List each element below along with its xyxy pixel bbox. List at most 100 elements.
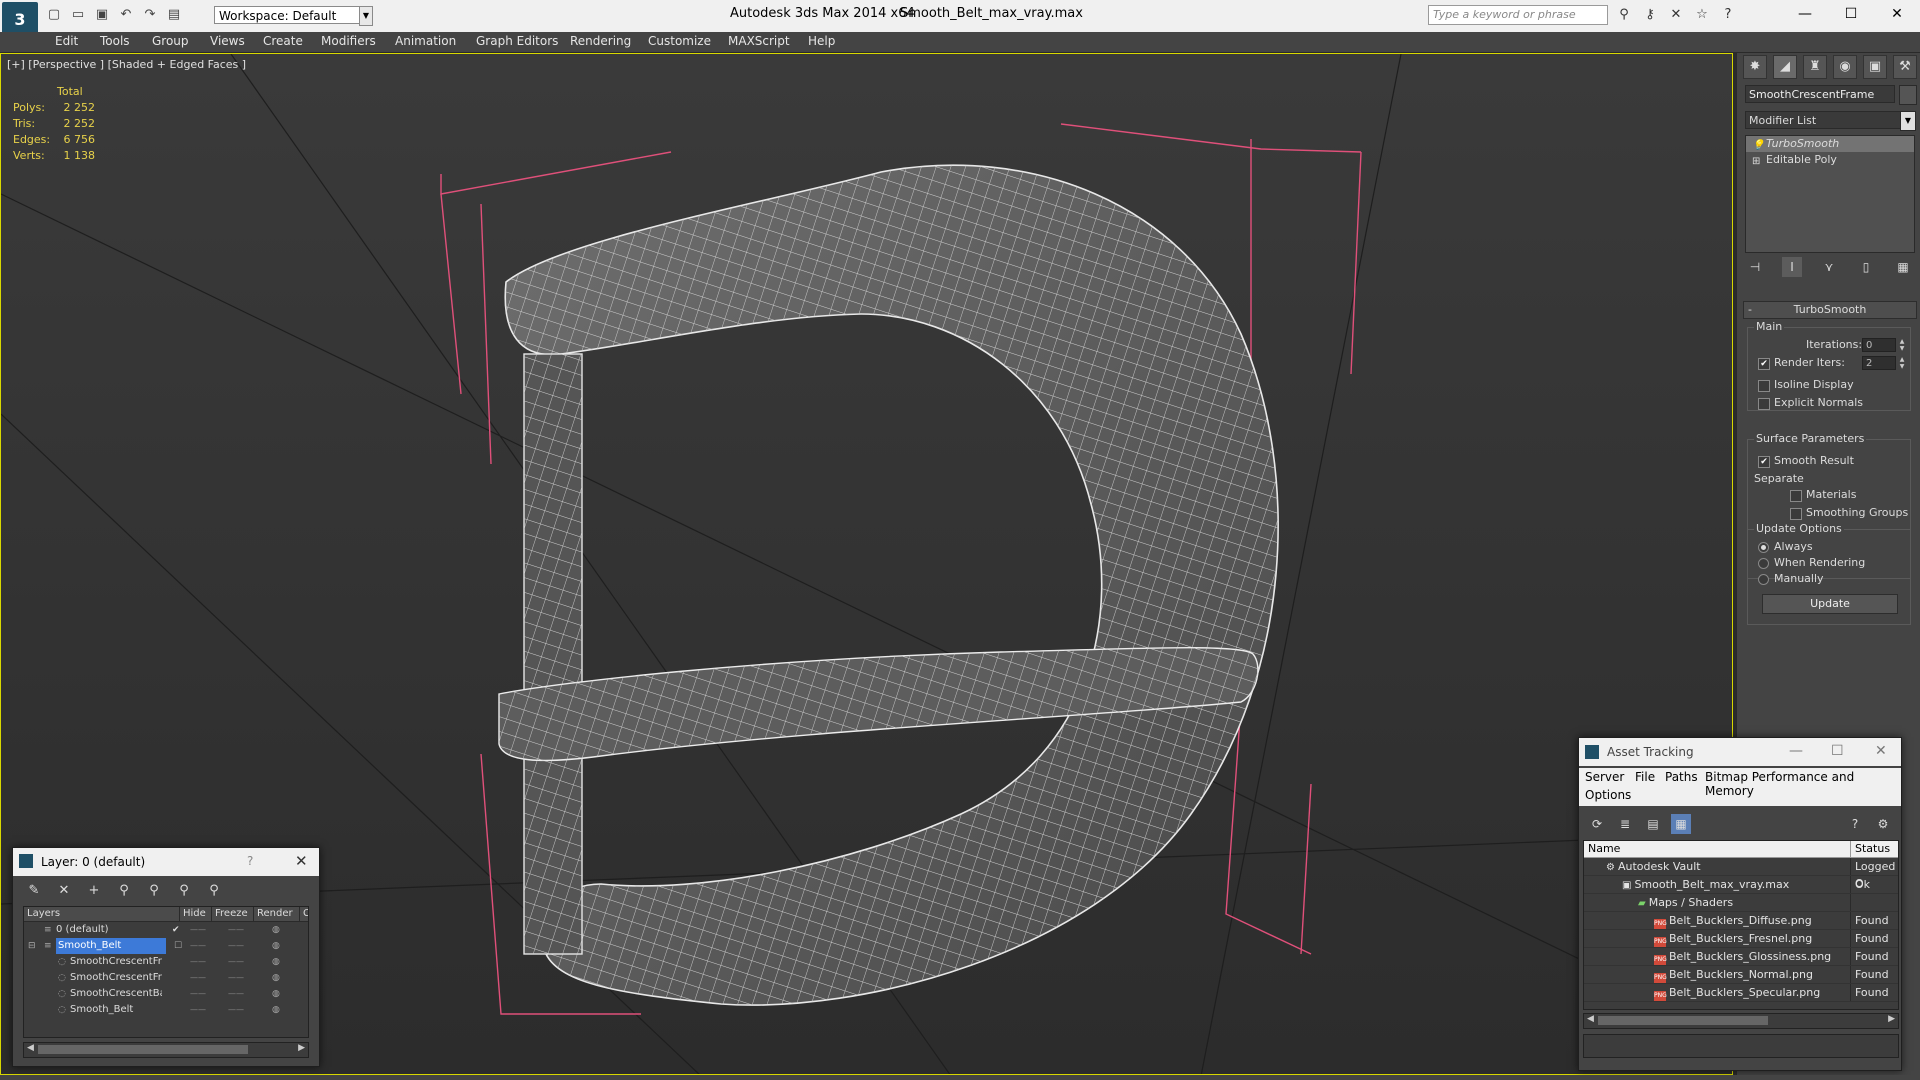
menu-group[interactable]: Group xyxy=(152,34,189,48)
save-file-icon[interactable]: ▣ xyxy=(94,6,110,22)
hide-toggle[interactable]: —— xyxy=(190,1002,206,1018)
asset-row[interactable]: PNG Belt_Bucklers_Normal.png Found xyxy=(1584,966,1898,984)
layer-name[interactable]: 0 (default) xyxy=(56,922,109,938)
layer-row[interactable]: ◌ SmoothCrescentFr —— —— ◍ xyxy=(24,970,308,986)
materials-checkbox[interactable] xyxy=(1790,490,1802,502)
binoculars-icon[interactable]: ⚲ xyxy=(1616,7,1632,23)
menu-maxscript[interactable]: MAXScript xyxy=(728,34,790,48)
display-tab-icon[interactable]: ▣ xyxy=(1863,55,1887,79)
when-rendering-radio[interactable] xyxy=(1758,558,1769,569)
menu-views[interactable]: Views xyxy=(210,34,245,48)
app-logo-icon[interactable]: 3 xyxy=(2,2,38,36)
manually-radio[interactable] xyxy=(1758,574,1769,585)
column-header-color[interactable]: C xyxy=(299,907,308,921)
column-header-hide[interactable]: Hide xyxy=(179,907,213,921)
create-layer-icon[interactable]: ✎ xyxy=(25,882,43,900)
object-color-swatch[interactable] xyxy=(1899,85,1917,105)
help-icon[interactable]: ? xyxy=(1720,7,1736,23)
horizontal-scrollbar[interactable]: ◀ ▶ xyxy=(1583,1013,1899,1029)
hierarchy-tab-icon[interactable]: ♜ xyxy=(1803,55,1827,79)
show-end-result-icon[interactable]: Ⅰ xyxy=(1782,257,1802,277)
close-icon[interactable]: ✕ xyxy=(1874,0,1920,28)
search-input[interactable]: Type a keyword or phrase xyxy=(1428,5,1608,25)
chevron-down-icon[interactable]: ▼ xyxy=(1900,111,1916,131)
maximize-icon[interactable]: ☐ xyxy=(1831,743,1844,759)
current-layer-check-icon[interactable]: ✔ xyxy=(172,922,180,938)
modifier-list-dropdown[interactable]: Modifier List ▼ xyxy=(1745,111,1916,131)
scroll-right-icon[interactable]: ▶ xyxy=(298,1043,305,1053)
turbosmooth-rollout-header[interactable]: - TurboSmooth xyxy=(1743,301,1917,319)
viewport-label[interactable]: [+] [Perspective ] [Shaded + Edged Faces… xyxy=(7,58,246,71)
project-folder-icon[interactable]: ▤ xyxy=(166,6,182,22)
open-file-icon[interactable]: ▭ xyxy=(70,6,86,22)
menu-rendering[interactable]: Rendering xyxy=(570,34,631,48)
select-objects-icon[interactable]: ⚲ xyxy=(115,882,133,900)
layer-row[interactable]: ◌ SmoothCrescentFr —— —— ◍ xyxy=(24,954,308,970)
spinner-arrows-icon[interactable]: ▲ ▼ xyxy=(1898,356,1906,370)
minimize-icon[interactable]: — xyxy=(1782,0,1828,28)
workspace-dropdown[interactable]: Workspace: Default ▼ xyxy=(214,6,373,26)
hide-toggle[interactable]: —— xyxy=(190,922,206,938)
freeze-toggle[interactable]: —— xyxy=(228,970,244,986)
freeze-toggle[interactable]: —— xyxy=(228,938,244,954)
redo-icon[interactable]: ↷ xyxy=(142,6,158,22)
current-layer-box-icon[interactable]: ☐ xyxy=(174,938,182,954)
layer-name[interactable]: Smooth_Belt xyxy=(70,1002,162,1018)
hide-toggle[interactable]: —— xyxy=(190,938,206,954)
asset-row[interactable]: PNG Belt_Bucklers_Specular.png Found xyxy=(1584,984,1898,1002)
table-view-icon[interactable]: ▦ xyxy=(1671,814,1691,834)
menu-options[interactable]: Options xyxy=(1585,788,1631,802)
menu-file[interactable]: File xyxy=(1635,770,1655,784)
menu-bitmap-performance[interactable]: Bitmap Performance and Memory xyxy=(1705,770,1901,798)
menu-paths[interactable]: Paths xyxy=(1665,770,1698,784)
expand-icon[interactable]: ⊞ xyxy=(1752,154,1760,170)
column-header-render[interactable]: Render xyxy=(253,907,301,921)
menu-server[interactable]: Server xyxy=(1585,770,1624,784)
delete-layer-icon[interactable]: ✕ xyxy=(55,882,73,900)
exchange-icon[interactable]: ✕ xyxy=(1668,7,1684,23)
select-layer-icon[interactable]: ⚲ xyxy=(145,882,163,900)
column-header-layers[interactable]: Layers xyxy=(24,907,165,921)
iterations-spinner[interactable]: 0 xyxy=(1862,338,1896,352)
utilities-tab-icon[interactable]: ⚒ xyxy=(1893,55,1917,79)
spinner-arrows-icon[interactable]: ▲ ▼ xyxy=(1898,338,1906,352)
layer-name[interactable]: Smooth_Belt xyxy=(56,938,166,954)
always-radio[interactable] xyxy=(1758,542,1769,553)
minimize-icon[interactable]: — xyxy=(1789,743,1803,759)
object-name-field[interactable]: SmoothCrescentFrame xyxy=(1745,85,1895,103)
close-icon[interactable]: ✕ xyxy=(295,852,308,870)
menu-create[interactable]: Create xyxy=(263,34,303,48)
stack-item-editable-poly[interactable]: ⊞ Editable Poly xyxy=(1746,152,1914,168)
make-unique-icon[interactable]: ⋎ xyxy=(1819,257,1839,277)
menu-modifiers[interactable]: Modifiers xyxy=(321,34,376,48)
smoothing-groups-checkbox[interactable] xyxy=(1790,508,1802,520)
smooth-result-checkbox[interactable]: ✔ xyxy=(1758,456,1770,468)
column-header-name[interactable]: Name xyxy=(1584,841,1620,857)
scrollbar-thumb[interactable] xyxy=(1598,1016,1768,1025)
key-icon[interactable]: ⚷ xyxy=(1642,7,1658,23)
options-icon[interactable]: ⚙ xyxy=(1873,814,1893,834)
asset-path-field[interactable] xyxy=(1583,1034,1899,1058)
maximize-icon[interactable]: ☐ xyxy=(1828,0,1874,28)
layer-row[interactable]: ◌ SmoothCrescentBa —— —— ◍ xyxy=(24,986,308,1002)
teapot-icon[interactable]: ◍ xyxy=(272,970,280,986)
collapse-icon[interactable]: - xyxy=(1748,302,1752,318)
teapot-icon[interactable]: ◍ xyxy=(272,922,280,938)
hide-toggle[interactable]: —— xyxy=(190,970,206,986)
isoline-display-checkbox[interactable] xyxy=(1758,380,1770,392)
asset-row[interactable]: PNG Belt_Bucklers_Fresnel.png Found xyxy=(1584,930,1898,948)
help-icon[interactable]: ? xyxy=(1845,814,1865,834)
asset-row[interactable]: PNG Belt_Bucklers_Diffuse.png Found xyxy=(1584,912,1898,930)
teapot-icon[interactable]: ◍ xyxy=(272,1002,280,1018)
configure-sets-icon[interactable]: ▦ xyxy=(1893,257,1913,277)
render-iters-spinner[interactable]: 2 xyxy=(1862,356,1896,370)
teapot-icon[interactable]: ◍ xyxy=(272,954,280,970)
layer-dialog-titlebar[interactable]: Layer: 0 (default) ? ✕ xyxy=(13,848,319,876)
close-icon[interactable]: ✕ xyxy=(1875,743,1887,759)
new-file-icon[interactable]: ▢ xyxy=(46,6,62,22)
update-button[interactable]: Update xyxy=(1762,594,1898,614)
layer-name[interactable]: SmoothCrescentFr xyxy=(70,954,162,970)
stack-item-turbosmooth[interactable]: 💡 TurboSmooth xyxy=(1746,136,1914,152)
undo-icon[interactable]: ↶ xyxy=(118,6,134,22)
motion-tab-icon[interactable]: ◉ xyxy=(1833,55,1857,79)
